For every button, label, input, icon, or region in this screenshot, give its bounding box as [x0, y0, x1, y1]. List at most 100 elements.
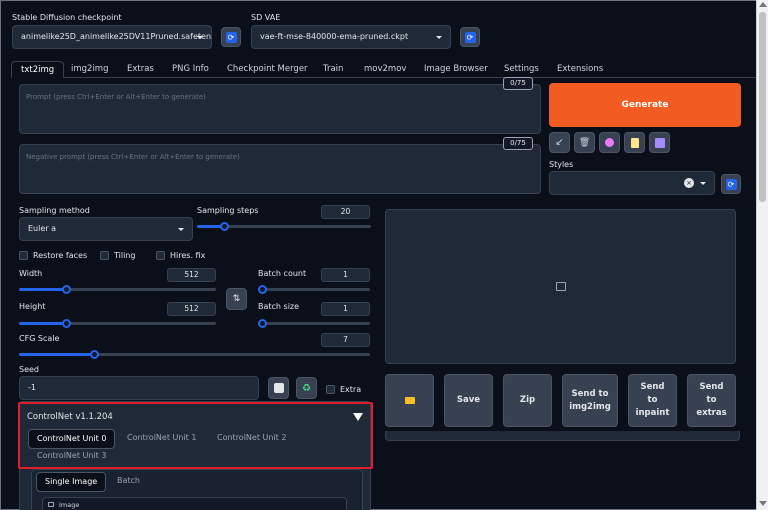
extra-seed-label: Extra — [340, 385, 362, 394]
send-to-inpaint-button[interactable]: Send to inpaint — [628, 374, 677, 427]
recycle-icon: ♻ — [302, 382, 311, 394]
highlight-box — [18, 402, 373, 469]
dice-icon — [273, 383, 284, 393]
sampling-method-select[interactable]: Euler a — [19, 217, 193, 241]
clipboard-icon — [630, 137, 639, 148]
batch-count-slider[interactable] — [258, 285, 370, 294]
negative-token-counter: 0/75 — [503, 137, 533, 150]
tiling-checkbox[interactable] — [100, 251, 109, 260]
open-folder-button[interactable] — [385, 374, 434, 427]
height-slider[interactable] — [19, 319, 216, 328]
folder-icon — [404, 397, 415, 404]
tab-checkpoint-merger[interactable]: Checkpoint Merger — [227, 61, 308, 77]
tab-png-info[interactable]: PNG Info — [172, 61, 209, 77]
swap-dimensions-button[interactable]: ⇅ — [226, 288, 247, 310]
output-gallery — [385, 209, 736, 364]
read-params-button[interactable]: ↙ — [549, 132, 570, 153]
generate-button[interactable]: Generate — [549, 83, 741, 127]
chevron-down-icon — [197, 36, 203, 39]
batch-count-input[interactable]: 1 — [321, 268, 370, 282]
clear-prompt-button[interactable]: 🗑 — [574, 132, 595, 153]
tab-txt2img[interactable]: txt2img — [11, 61, 65, 78]
sampling-steps-slider[interactable] — [197, 222, 371, 231]
width-slider[interactable] — [19, 285, 216, 294]
image-placeholder-icon — [556, 282, 566, 291]
chevron-down-icon — [700, 182, 706, 185]
width-input[interactable]: 512 — [167, 268, 216, 282]
slider-handle[interactable] — [62, 319, 71, 328]
refresh-icon: ⟳ — [725, 178, 737, 190]
swap-icon: ⇅ — [232, 294, 241, 304]
trash-icon: 🗑 — [578, 137, 591, 148]
slider-handle[interactable] — [62, 285, 71, 294]
seed-label: Seed — [19, 365, 39, 374]
tab-img2img[interactable]: img2img — [71, 61, 108, 77]
image-icon — [48, 502, 54, 507]
tab-extras[interactable]: Extras — [127, 61, 154, 77]
output-info-panel — [385, 431, 740, 441]
slider-fill — [19, 288, 66, 291]
negative-prompt-placeholder: Negative prompt (press Ctrl+Enter or Alt… — [26, 153, 240, 161]
send-to-extras-button[interactable]: Send to extras — [687, 374, 736, 427]
height-input[interactable]: 512 — [167, 302, 216, 316]
sampling-method-value: Euler a — [28, 224, 57, 233]
extra-seed-checkbox[interactable] — [326, 385, 335, 394]
seed-input[interactable]: -1 — [19, 376, 259, 400]
seed-value: -1 — [28, 383, 36, 392]
show-extra-networks-button[interactable] — [599, 132, 620, 153]
tab-mov2mov[interactable]: mov2mov — [364, 61, 406, 77]
refresh-vae-button[interactable]: ⟳ — [460, 27, 480, 47]
chevron-down-icon — [178, 228, 184, 231]
hires-fix-checkbox[interactable] — [156, 251, 165, 260]
app-window: Stable Diffusion checkpoint animelike25D… — [0, 0, 768, 510]
batch-count-label: Batch count — [258, 269, 307, 278]
restore-faces-checkbox[interactable] — [19, 251, 28, 260]
clear-styles-icon[interactable]: × — [684, 178, 694, 188]
zip-button[interactable]: Zip — [503, 374, 552, 427]
cfg-scale-slider[interactable] — [19, 350, 370, 359]
scroll-thumb[interactable] — [759, 12, 766, 202]
batch-size-slider[interactable] — [258, 319, 370, 328]
chevron-down-icon — [436, 36, 442, 39]
reuse-seed-button[interactable]: ♻ — [296, 377, 317, 399]
negative-prompt-input[interactable]: Negative prompt (press Ctrl+Enter or Alt… — [19, 144, 541, 194]
refresh-icon: ⟳ — [225, 31, 237, 43]
scroll-down-arrow-icon[interactable] — [759, 501, 767, 506]
restore-faces-label: Restore faces — [33, 251, 88, 260]
slider-handle[interactable] — [220, 222, 229, 231]
vertical-scrollbar[interactable] — [756, 0, 768, 510]
sampling-steps-input[interactable]: 20 — [321, 205, 370, 219]
batch-tab[interactable]: Batch — [117, 472, 140, 490]
slider-handle[interactable] — [258, 285, 267, 294]
slider-fill — [19, 353, 94, 356]
arrow-diagonal-icon: ↙ — [555, 137, 564, 148]
image-upload-area[interactable]: Image — [42, 497, 347, 510]
sampling-steps-label: Sampling steps — [197, 206, 259, 215]
prompt-input[interactable]: Prompt (press Ctrl+Enter or Alt+Enter to… — [19, 84, 541, 134]
cfg-scale-input[interactable]: 7 — [321, 333, 370, 347]
height-label: Height — [19, 302, 46, 311]
random-seed-button[interactable] — [268, 377, 289, 399]
single-image-tab[interactable]: Single Image — [36, 472, 107, 492]
scroll-up-arrow-icon[interactable] — [759, 2, 767, 7]
send-to-img2img-button[interactable]: Send to img2img — [562, 374, 618, 427]
batch-size-input[interactable]: 1 — [321, 302, 370, 316]
vae-select[interactable]: vae-ft-mse-840000-ema-pruned.ckpt — [251, 25, 451, 49]
tab-train[interactable]: Train — [323, 61, 343, 77]
tab-extensions[interactable]: Extensions — [557, 61, 603, 77]
refresh-checkpoint-button[interactable]: ⟳ — [221, 27, 241, 47]
refresh-styles-button[interactable]: ⟳ — [721, 174, 741, 194]
styles-label: Styles — [549, 160, 574, 169]
checkpoint-select[interactable]: animelike25D_animelike25DV11Pruned.safet… — [12, 25, 212, 49]
checkpoint-value: animelike25D_animelike25DV11Pruned.safet… — [21, 32, 212, 41]
slider-handle[interactable] — [90, 350, 99, 359]
tab-settings[interactable]: Settings — [504, 61, 539, 77]
save-style-button[interactable] — [649, 132, 670, 153]
styles-select[interactable]: × — [549, 171, 715, 195]
tab-image-browser[interactable]: Image Browser — [424, 61, 488, 77]
save-button[interactable]: Save — [444, 374, 493, 427]
prompt-placeholder: Prompt (press Ctrl+Enter or Alt+Enter to… — [26, 93, 206, 101]
slider-handle[interactable] — [258, 319, 267, 328]
apply-style-button[interactable] — [624, 132, 645, 153]
extra-networks-icon — [605, 138, 614, 147]
